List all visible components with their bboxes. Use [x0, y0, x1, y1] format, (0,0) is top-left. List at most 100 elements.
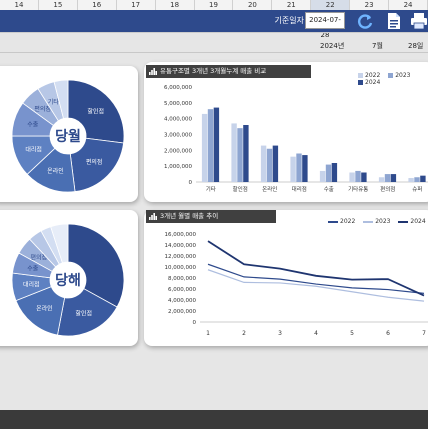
column-header-23[interactable]: 23: [350, 0, 390, 10]
row-divider: [0, 32, 428, 33]
year-cell: 2024년: [320, 42, 345, 50]
donut-segment-label: 대리점: [23, 281, 40, 289]
bar: [260, 145, 267, 182]
y-tick-label: 14,000,000: [165, 243, 197, 249]
donut-center-label: 당월: [55, 128, 81, 145]
y-tick-label: 0: [189, 180, 193, 186]
y-tick-label: 1,000,000: [164, 164, 192, 170]
sheet-tab-bar: [0, 410, 428, 429]
y-tick-label: 5,000,000: [164, 101, 192, 107]
bar: [325, 164, 332, 182]
x-tick-label: 7: [422, 330, 426, 337]
month-cell: 7월: [372, 42, 383, 50]
x-tick-label: 온라인: [262, 185, 277, 193]
x-tick-label: 1: [206, 330, 210, 337]
bar: [408, 178, 414, 182]
bar: [349, 172, 355, 182]
line-chart-card: 3개년 월별 매출 추이 2022 2023 2024 0 2,000,000 4,…: [144, 210, 428, 346]
bar: [384, 174, 391, 182]
column-header-18[interactable]: 18: [156, 0, 195, 10]
donut-segment-label: 온라인: [36, 305, 53, 313]
y-tick-label: 16,000,000: [165, 232, 197, 238]
y-tick-label: 12,000,000: [165, 254, 197, 260]
donut-segment: [67, 223, 125, 308]
column-header-16[interactable]: 16: [78, 0, 117, 10]
column-header-20[interactable]: 20: [233, 0, 273, 10]
document-icon[interactable]: [385, 12, 403, 30]
donut-segment-label: 수출: [27, 265, 39, 273]
bar: [361, 172, 367, 182]
donut-segment-label: 할인점: [75, 309, 92, 317]
x-tick-label: 5: [350, 330, 354, 337]
bar: [290, 156, 296, 182]
column-header-22[interactable]: 22: [311, 0, 351, 10]
bar: [201, 113, 208, 182]
y-tick-label: 4,000,000: [164, 117, 192, 123]
day-cell: 28일: [408, 42, 424, 50]
donut-segment-label: 편의점: [86, 158, 103, 166]
y-tick-label: 10,000,000: [165, 265, 197, 271]
line-series-2022: [207, 263, 425, 294]
column-header-15[interactable]: 15: [39, 0, 78, 10]
x-tick-label: 할인점: [233, 185, 248, 193]
y-tick-label: 2,000,000: [164, 148, 192, 154]
x-tick-label: 기타유통: [348, 185, 368, 193]
y-tick-label: 0: [193, 320, 197, 326]
bar: [243, 125, 249, 182]
bar: [414, 177, 420, 182]
refresh-icon[interactable]: [356, 12, 374, 30]
donut-card-month: 할인점 편의점 온라인 대리점 수출 편의점 기타 당월: [0, 66, 138, 202]
y-tick-label: 6,000,000: [168, 287, 196, 293]
line-chart: 0 2,000,000 4,000,000 6,000,000 8,000,000 10,…: [165, 232, 428, 337]
bar-chart: 0 1,000,000 2,000,000 3,000,000 4,000,000 5,0…: [164, 85, 428, 193]
x-tick-label: 편의점: [380, 185, 395, 193]
bar: [420, 175, 426, 182]
bar: [319, 170, 326, 182]
bar: [331, 163, 338, 182]
bar: [213, 107, 220, 182]
bar: [231, 123, 237, 182]
bar: [390, 174, 397, 182]
x-tick-label: 슈퍼: [412, 185, 422, 193]
donut-segment-label: 대리점: [25, 146, 42, 154]
donut-segment-label: 할인점: [87, 108, 104, 116]
x-tick-label: 2: [242, 330, 246, 337]
donut-segment-label: 편의점: [34, 105, 51, 113]
y-tick-label: 2,000,000: [168, 309, 196, 315]
bar: [237, 128, 243, 182]
column-header-14[interactable]: 14: [0, 0, 39, 10]
x-tick-label: 3: [278, 330, 282, 337]
bar: [296, 153, 302, 182]
line-series-2023: [207, 269, 425, 302]
bar: [266, 148, 273, 182]
donut-chart-year: 할인점온라인대리점수출편의점당해: [11, 223, 125, 337]
donut-segment-label: 온라인: [47, 167, 64, 175]
column-header-17[interactable]: 17: [117, 0, 156, 10]
y-tick-label: 6,000,000: [164, 85, 192, 91]
x-tick-label: 4: [314, 330, 318, 337]
line-series-2024: [207, 240, 425, 297]
y-tick-label: 3,000,000: [164, 133, 192, 139]
x-tick-label: 6: [386, 330, 390, 337]
donut-chart-month: 할인점편의점온라인대리점수출편의점기타당월: [11, 79, 125, 193]
column-header-21[interactable]: 21: [272, 0, 312, 10]
donut-segment-label: 수출: [27, 121, 39, 129]
y-tick-label: 4,000,000: [168, 298, 196, 304]
y-tick-label: 8,000,000: [168, 276, 196, 282]
bar: [355, 170, 361, 182]
printer-icon[interactable]: [410, 12, 428, 30]
x-tick-label: 수출: [324, 185, 334, 193]
bar: [378, 177, 385, 182]
row-divider: [0, 52, 428, 53]
column-header-24[interactable]: 24: [389, 0, 428, 10]
bar-chart-card: 유통구조별 3개년 3개월누계 매출 비교 2022 2023 2024 0 1,…: [144, 62, 428, 202]
x-tick-label: 대리점: [292, 185, 307, 193]
date-label: 기준일자: [274, 16, 304, 25]
donut-center-label: 당해: [55, 272, 81, 289]
column-header-19[interactable]: 19: [195, 0, 234, 10]
date-input[interactable]: 2024-07-28: [305, 12, 345, 39]
bar: [207, 109, 214, 182]
donut-card-year: 할인점 온라인 대리점 수출 편의점 당해: [0, 210, 138, 346]
bar: [302, 155, 308, 182]
donut-segment-label: 기타: [48, 98, 60, 106]
